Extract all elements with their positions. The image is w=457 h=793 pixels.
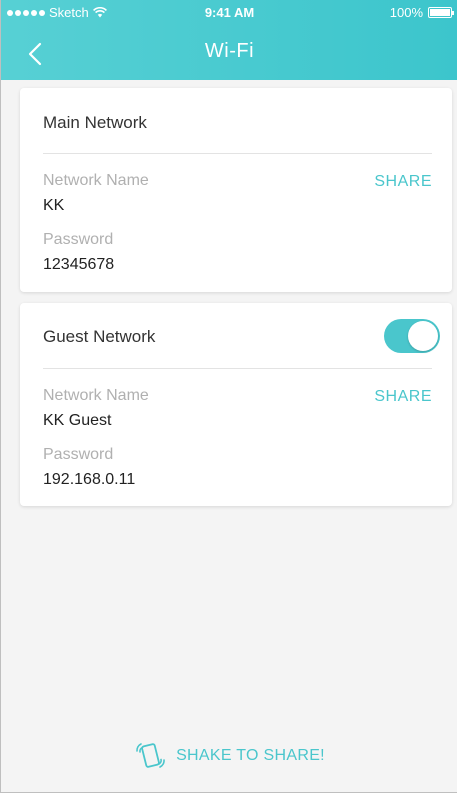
shake-to-share-label: SHAKE TO SHARE! bbox=[176, 747, 325, 764]
password-value: 12345678 bbox=[43, 256, 115, 273]
share-main-network-button[interactable]: SHARE bbox=[374, 173, 432, 191]
status-bar: Sketch 9:41 AM 100% bbox=[1, 0, 457, 24]
page-title: Wi-Fi bbox=[204, 40, 255, 62]
battery-percent: 100% bbox=[389, 5, 423, 20]
divider bbox=[43, 153, 432, 154]
guest-password-label: Password bbox=[43, 446, 114, 463]
network-name-value: KK bbox=[43, 197, 65, 214]
battery-icon bbox=[428, 7, 454, 18]
toggle-knob bbox=[408, 321, 438, 351]
guest-network-name-value: KK Guest bbox=[43, 412, 112, 429]
network-name-label: Network Name bbox=[43, 172, 149, 189]
divider bbox=[43, 368, 432, 369]
password-label: Password bbox=[43, 231, 114, 248]
main-network-title: Main Network bbox=[43, 113, 147, 132]
navigation-header: Sketch 9:41 AM 100% Wi-Fi bbox=[1, 0, 457, 80]
shake-to-share-button[interactable]: SHAKE TO SHARE! bbox=[1, 741, 457, 771]
guest-password-value: 192.168.0.11 bbox=[43, 471, 136, 488]
main-network-card: Main Network Network Name SHARE KK Passw… bbox=[20, 88, 452, 292]
guest-network-toggle[interactable] bbox=[384, 319, 440, 353]
status-right: 100% bbox=[389, 5, 454, 20]
guest-network-title: Guest Network bbox=[43, 327, 156, 346]
share-guest-network-button[interactable]: SHARE bbox=[374, 388, 432, 406]
app-screen: Sketch 9:41 AM 100% Wi-Fi Main Network N… bbox=[0, 0, 457, 793]
guest-network-name-label: Network Name bbox=[43, 387, 149, 404]
shake-phone-icon bbox=[136, 743, 165, 768]
status-time: 9:41 AM bbox=[204, 5, 255, 20]
guest-network-card: Guest Network Network Name SHARE KK Gues… bbox=[20, 303, 452, 506]
